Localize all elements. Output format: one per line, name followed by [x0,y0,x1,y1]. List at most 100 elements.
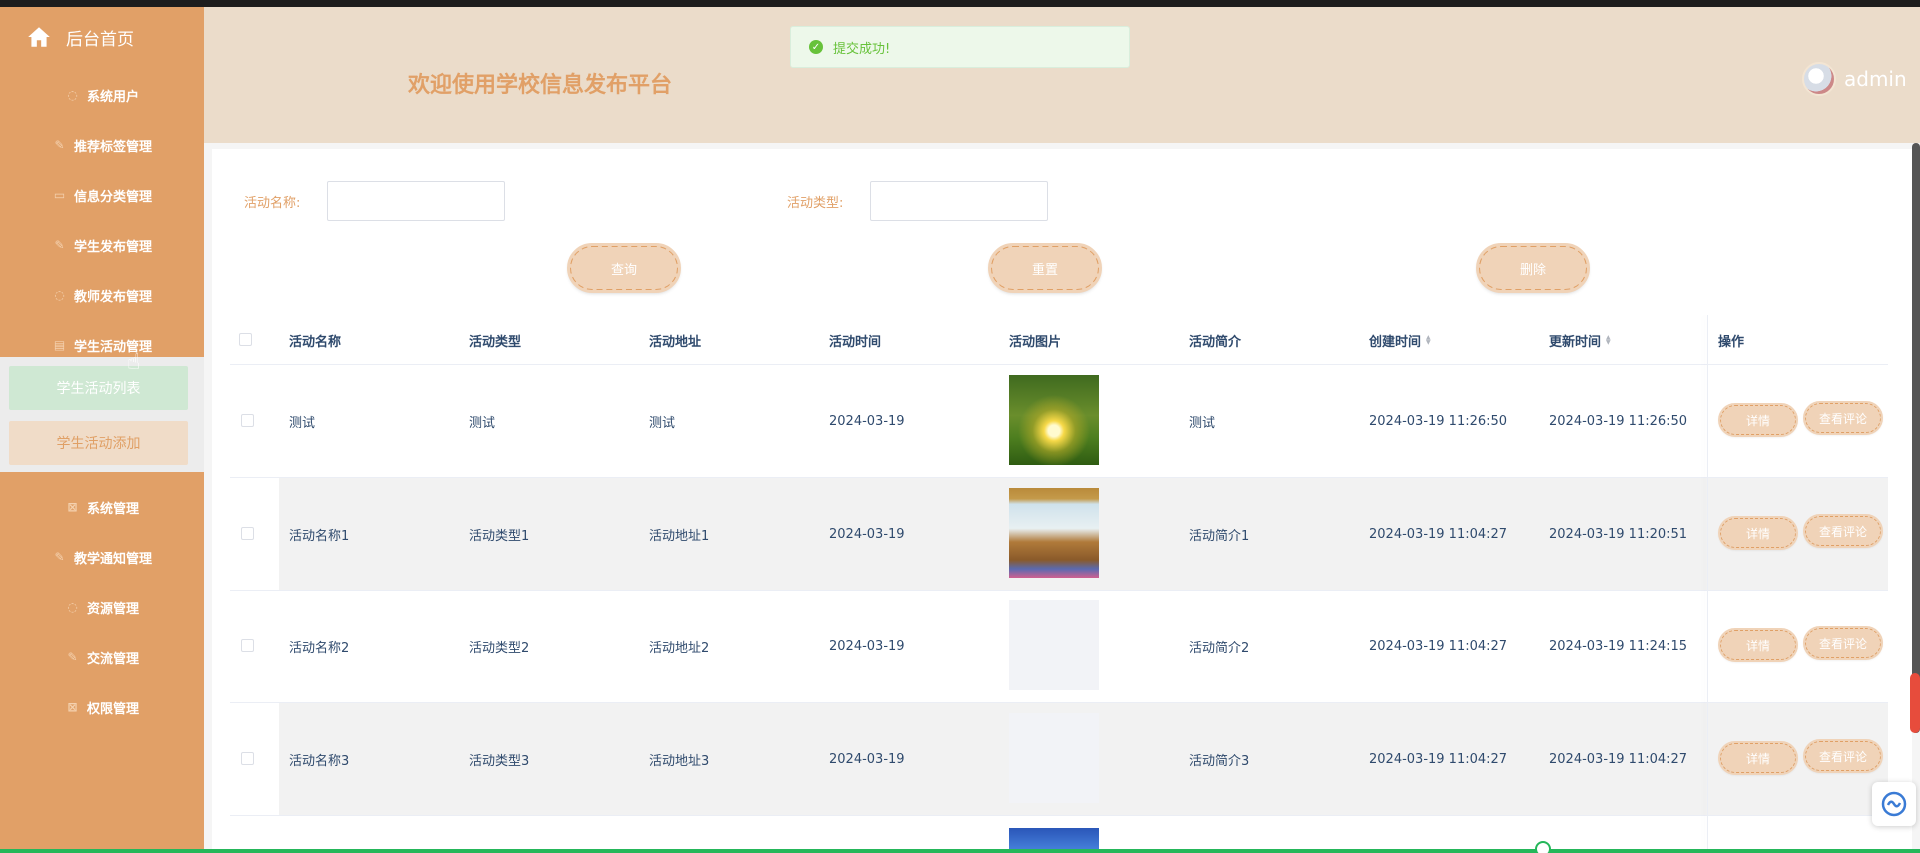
activity-name-label: 活动名称: [244,196,301,211]
scroll-indicator [1910,673,1920,733]
cell-address: 活动地址3 [649,753,710,769]
table-row: 活动名称3 活动类型3 活动地址3 2024-03-19 活动简介3 2024-03-19… [230,703,1888,816]
cell-updated: 2024-03-19 11:26:50 [1549,413,1688,429]
query-button[interactable]: 查询 [567,243,681,293]
col-address: 活动地址 [649,334,702,350]
sidebar-item-label: 教师发布管理 [73,289,152,305]
cell-address: 活动地址1 [649,528,710,544]
cell-time: 2024-03-19 [829,413,905,429]
row-checkbox[interactable] [241,527,254,540]
top-bar [0,0,1920,7]
page-title: 欢迎使用学校信息发布平台 [408,73,673,98]
sidebar-item-6[interactable]: ⊠ 系统管理 [0,492,204,522]
sidebar-item-8[interactable]: ◌ 资源管理 [0,592,204,622]
activity-image[interactable] [1009,375,1099,465]
sidebar-item-2[interactable]: ▭ 信息分类管理 [0,180,204,210]
col-time: 活动时间 [829,334,882,350]
chat-bubble-icon: ◌ [67,600,78,614]
sidebar-item-0[interactable]: ◌ 系统用户 [0,80,204,110]
sidebar-item-7[interactable]: ✎ 教学通知管理 [0,542,204,572]
sidebar-item-label: 交流管理 [86,651,139,667]
sidebar-item-label: 系统用户 [86,89,139,105]
doc-icon: ▤ [53,338,66,352]
view-comments-button[interactable]: 查看评论 [1803,626,1883,660]
delete-button[interactable]: 删除 [1476,243,1590,293]
table-row: 活动名称2 活动类型2 活动地址2 2024-03-19 活动简介2 2024-03-19… [230,590,1888,703]
sidebar-item-9[interactable]: ✎ 交流管理 [0,642,204,672]
col-created[interactable]: 创建时间 ▲ ▼ [1369,315,1431,365]
col-intro: 活动简介 [1189,334,1242,350]
user-menu[interactable]: admin [1802,62,1907,96]
submenu-activity-add[interactable]: 学生活动添加 [9,421,188,465]
view-comments-button[interactable]: 查看评论 [1803,739,1883,773]
detail-button[interactable]: 详情 [1718,516,1798,550]
activity-name-input[interactable] [327,181,505,221]
detail-button[interactable]: 详情 [1718,403,1798,437]
cell-time: 2024-03-19 [829,751,905,767]
col-created-label: 创建时间 [1369,334,1422,350]
cell-type: 活动类型3 [469,753,530,769]
scrollbar[interactable] [1912,143,1920,733]
sidebar-item-5[interactable]: ▤ 学生活动管理 [0,330,204,360]
avatar [1802,62,1836,96]
home-link[interactable]: 后台首页 [26,22,134,52]
home-label: 后台首页 [66,29,134,50]
detail-button[interactable]: 详情 [1718,628,1798,662]
cell-updated: 2024-03-19 11:20:51 [1549,526,1688,542]
col-updated[interactable]: 更新时间 ▲ ▼ [1549,315,1611,365]
cell-created: 2024-03-19 11:04:27 [1369,638,1508,654]
reset-button[interactable]: 重置 [988,243,1102,293]
activity-image[interactable] [1009,600,1099,690]
edit-icon: ✎ [54,238,65,252]
checkbox-cell [230,590,279,702]
sidebar-item-10[interactable]: ⊠ 权限管理 [0,692,204,722]
edit-icon: ✎ [67,650,78,664]
cell-intro: 活动简介2 [1189,640,1250,656]
cell-created: 2024-03-19 11:26:50 [1369,413,1508,429]
activity-type-label: 活动类型: [787,196,844,211]
close-box-icon: ⊠ [67,700,78,714]
cell-type: 活动类型1 [469,528,530,544]
sidebar-item-3[interactable]: ✎ 学生发布管理 [0,230,204,260]
col-type: 活动类型 [469,334,522,350]
cell-intro: 测试 [1189,415,1216,431]
cell-created: 2024-03-19 11:04:27 [1369,526,1508,542]
col-updated-label: 更新时间 [1549,334,1602,350]
row-checkbox[interactable] [241,639,254,652]
assistant-icon[interactable] [1872,782,1916,826]
sidebar-item-4[interactable]: ◌ 教师发布管理 [0,280,204,310]
col-image: 活动图片 [1009,334,1062,350]
view-comments-button[interactable]: 查看评论 [1803,401,1883,435]
cell-updated: 2024-03-19 11:04:27 [1549,751,1688,767]
edit-icon: ✎ [54,138,65,152]
cell-address: 测试 [649,415,676,431]
activity-image[interactable] [1009,713,1099,803]
select-all-checkbox[interactable] [239,333,252,346]
progress-bar [0,849,1920,853]
sidebar-item-1[interactable]: ✎ 推荐标签管理 [0,130,204,160]
table-header: 活动名称 活动类型 活动地址 活动时间 活动图片 活动简介 创建时间 ▲ ▼ 更新… [230,315,1888,365]
chat-bubble-icon: ◌ [54,288,65,302]
chart-icon: ▭ [53,188,66,202]
col-name: 活动名称 [289,334,342,350]
sidebar-item-label: 资源管理 [86,601,139,617]
checkbox-cell [230,703,279,815]
fixed-column-divider [1707,315,1708,853]
sort-icon[interactable]: ▲ ▼ [1606,335,1611,346]
progress-handle [1535,841,1551,853]
view-comments-button[interactable]: 查看评论 [1803,514,1883,548]
activity-type-input[interactable] [870,181,1048,221]
pointer-cursor-icon: ☝ [127,350,141,375]
detail-button[interactable]: 详情 [1718,741,1798,775]
toast-message: 提交成功! [833,41,891,57]
username: admin [1844,67,1907,91]
row-checkbox[interactable] [241,752,254,765]
submenu-activity-list[interactable]: 学生活动列表 [9,366,188,410]
activity-image[interactable] [1009,488,1099,578]
row-checkbox[interactable] [241,414,254,427]
sort-icon[interactable]: ▲ ▼ [1426,335,1431,346]
cell-type: 活动类型2 [469,640,530,656]
cell-name: 活动名称3 [289,753,350,769]
cell-time: 2024-03-19 [829,526,905,542]
sidebar-item-label: 权限管理 [86,701,139,717]
